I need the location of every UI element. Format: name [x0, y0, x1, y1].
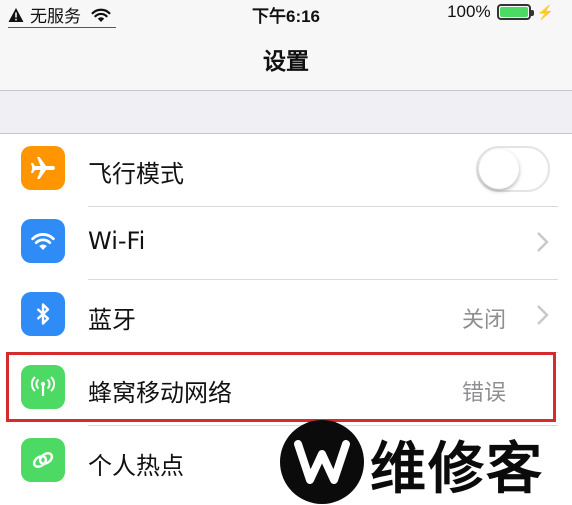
- settings-row-wifi[interactable]: Wi-Fi: [0, 207, 572, 280]
- cellular-icon: [21, 365, 65, 409]
- chevron-right-icon: [537, 232, 549, 252]
- watermark-logo: 维修客: [280, 420, 572, 504]
- bluetooth-icon: [21, 292, 65, 336]
- wifi-icon: [21, 219, 65, 263]
- settings-row-cellular[interactable]: 蜂窝移动网络 错误: [0, 353, 572, 426]
- page-title: 设置: [263, 49, 309, 75]
- row-label: 飞行模式: [88, 160, 184, 188]
- status-right: 100% ⚡: [447, 2, 554, 22]
- airplane-icon: [21, 146, 65, 190]
- row-label: 个人热点: [88, 452, 184, 480]
- watermark-circle: [280, 420, 364, 504]
- settings-row-airplane-mode[interactable]: 飞行模式: [0, 134, 572, 207]
- chevron-right-icon: [537, 305, 549, 325]
- airplane-mode-toggle[interactable]: [476, 146, 550, 192]
- hotspot-icon: [21, 438, 65, 482]
- charging-bolt-icon: ⚡: [536, 3, 554, 20]
- row-label: 蓝牙: [88, 306, 136, 334]
- watermark-text: 维修客: [370, 437, 544, 502]
- group-spacer: [0, 91, 572, 134]
- status-bar: 无服务 下午6:16 100% ⚡: [0, 0, 572, 29]
- bluetooth-status: 关闭: [461, 308, 506, 333]
- battery-icon: [496, 4, 534, 20]
- settings-row-bluetooth[interactable]: 蓝牙 关闭: [0, 280, 572, 353]
- row-label: 蜂窝移动网络: [88, 379, 232, 407]
- nav-bar: 设置: [0, 28, 572, 91]
- cellular-status: 错误: [461, 381, 506, 406]
- row-label: Wi-Fi: [88, 227, 146, 255]
- battery-percent: 100%: [447, 2, 491, 21]
